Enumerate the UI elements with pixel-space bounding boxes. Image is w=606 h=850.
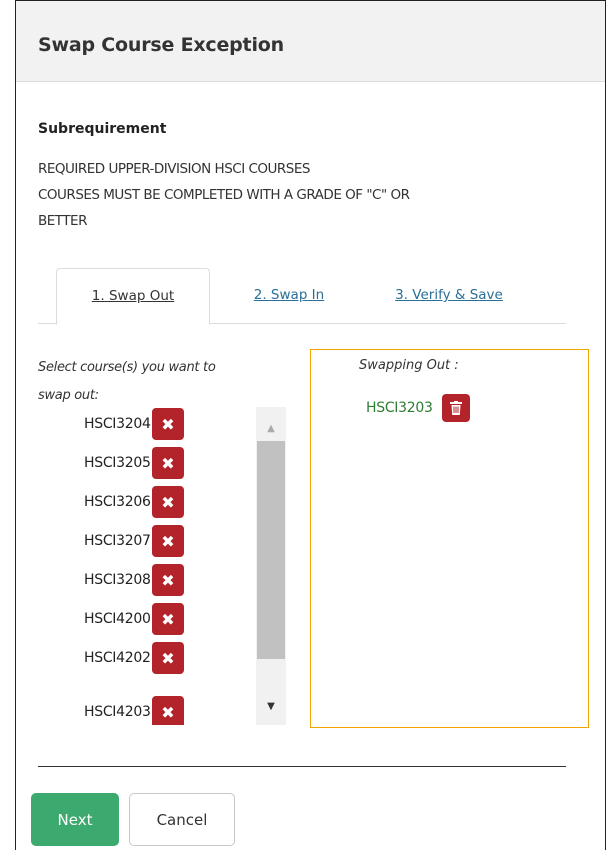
tab-verify-save[interactable]: 3. Verify & Save xyxy=(374,268,524,324)
swap-out-instruction-line: Select course(s) you want to xyxy=(38,360,216,375)
scroll-up-arrow-icon[interactable]: ▲ xyxy=(256,413,286,443)
footer-divider xyxy=(38,766,566,767)
course-code: HSCI3205 xyxy=(84,455,151,471)
remove-course-button[interactable]: ✖ xyxy=(152,564,184,596)
tab-bar: 1. Swap Out 2. Swap In 3. Verify & Save xyxy=(38,268,566,325)
list-item: HSCI4202 ✖ xyxy=(60,639,184,677)
scroll-down-arrow-icon[interactable]: ▼ xyxy=(256,691,286,721)
course-code: HSCI4202 xyxy=(84,650,151,666)
list-item: HSCI3208 ✖ xyxy=(60,561,184,599)
remove-selected-button[interactable] xyxy=(441,394,470,422)
next-button[interactable]: Next xyxy=(31,793,119,846)
subrequirement-line: REQUIRED UPPER-DIVISION HSCI COURSES xyxy=(38,161,310,177)
list-item: HSCI3204 ✖ xyxy=(60,405,184,443)
course-code: HSCI3206 xyxy=(84,494,151,510)
course-code: HSCI3207 xyxy=(84,533,151,549)
remove-course-button[interactable]: ✖ xyxy=(152,525,184,557)
list-item: HSCI4200 ✖ xyxy=(60,600,184,638)
course-code: HSCI3208 xyxy=(84,572,151,588)
cancel-button[interactable]: Cancel xyxy=(129,793,235,846)
course-list-scrollbar[interactable]: ▲ ▼ xyxy=(256,407,286,725)
course-code: HSCI3204 xyxy=(84,416,151,432)
tab-swap-in[interactable]: 2. Swap In xyxy=(234,268,344,324)
list-item: HSCI4203 ✖ xyxy=(60,693,184,725)
x-icon: ✖ xyxy=(161,702,175,722)
subrequirement-line: COURSES MUST BE COMPLETED WITH A GRADE O… xyxy=(38,187,410,203)
x-icon: ✖ xyxy=(161,453,175,473)
list-item: HSCI3205 ✖ xyxy=(60,444,184,482)
x-icon: ✖ xyxy=(161,414,175,434)
trash-icon xyxy=(449,401,462,415)
course-code: HSCI4200 xyxy=(84,611,151,627)
remove-course-button[interactable]: ✖ xyxy=(152,696,184,725)
subrequirement-line: BETTER xyxy=(38,213,87,229)
swapping-out-panel: Swapping Out : HSCI3203 xyxy=(310,349,589,728)
selected-course-item: HSCI3203 xyxy=(366,394,470,422)
remove-course-button[interactable]: ✖ xyxy=(152,408,184,440)
x-icon: ✖ xyxy=(161,648,175,668)
scrollbar-thumb[interactable] xyxy=(257,441,285,659)
swapping-out-label: Swapping Out : xyxy=(359,358,459,373)
remove-course-button[interactable]: ✖ xyxy=(152,642,184,674)
x-icon: ✖ xyxy=(161,492,175,512)
remove-course-button[interactable]: ✖ xyxy=(152,486,184,518)
modal-title: Swap Course Exception xyxy=(38,34,284,56)
x-icon: ✖ xyxy=(161,570,175,590)
subrequirement-heading: Subrequirement xyxy=(38,121,167,137)
remove-course-button[interactable]: ✖ xyxy=(152,447,184,479)
list-item: HSCI3206 ✖ xyxy=(60,483,184,521)
selected-course-code: HSCI3203 xyxy=(366,400,433,416)
swap-out-instruction: Select course(s) you want to swap out: xyxy=(38,354,288,410)
list-item: HSCI3207 ✖ xyxy=(60,522,184,560)
subrequirement-description: REQUIRED UPPER-DIVISION HSCI COURSES COU… xyxy=(38,156,568,234)
x-icon: ✖ xyxy=(161,609,175,629)
tab-swap-out[interactable]: 1. Swap Out xyxy=(56,268,210,325)
remove-course-button[interactable]: ✖ xyxy=(152,603,184,635)
course-code: HSCI4203 xyxy=(84,704,151,720)
x-icon: ✖ xyxy=(161,531,175,551)
